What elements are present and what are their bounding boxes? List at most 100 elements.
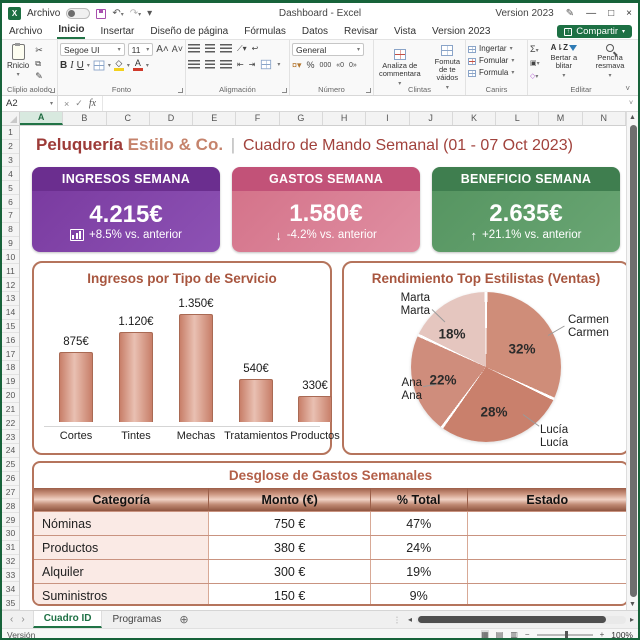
select-all-corner[interactable] (2, 112, 20, 125)
row-header-25[interactable]: 25 (2, 458, 19, 472)
align-center-icon[interactable] (205, 60, 215, 69)
zoom-slider[interactable] (536, 630, 593, 638)
row-header-34[interactable]: 34 (2, 582, 19, 597)
horizontal-scrollbar[interactable] (415, 615, 626, 624)
row-header-14[interactable]: 14 (2, 306, 19, 320)
redo-icon[interactable]: ↷▾ (130, 8, 141, 19)
row-header-13[interactable]: 13 (2, 292, 19, 306)
decrease-indent-icon[interactable]: ⇤ (237, 59, 244, 70)
column-header-H[interactable]: H (323, 112, 367, 125)
menu-item-version-2023[interactable]: Version 2023 (431, 26, 491, 39)
row-header-24[interactable]: 24 (2, 444, 19, 458)
autosum-icon[interactable]: Σ▾ (530, 44, 540, 57)
percent-cell[interactable]: 47% (371, 512, 468, 535)
zoom-slider-thumb[interactable] (564, 630, 568, 638)
align-middle-icon[interactable] (205, 44, 215, 53)
quick-access-customize-icon[interactable]: ▾ (147, 8, 152, 19)
archivo-quick-label[interactable]: Archivo (27, 8, 60, 19)
amount-cell[interactable]: 150 € (209, 584, 371, 604)
close-button[interactable]: × (626, 8, 632, 19)
maximize-button[interactable]: □ (608, 8, 614, 19)
kpi-card[interactable]: INGRESOS SEMANA 4.215€ +8.5% vs. anterio… (32, 167, 220, 252)
vertical-scrollbar[interactable]: ▲ ▼ (626, 112, 638, 610)
column-header-L[interactable]: L (496, 112, 540, 125)
insert-function-icon[interactable]: fx (89, 98, 96, 109)
row-header-5[interactable]: 5 (2, 181, 19, 196)
find-select-button[interactable]: Pencha resmava ▾ (588, 44, 632, 80)
sort-filter-button[interactable]: A⇂Z Bertar a blitar ▾ (546, 44, 582, 80)
menu-item-diseño-de-página[interactable]: Diseño de página (149, 26, 229, 39)
merge-center-icon[interactable] (261, 59, 272, 70)
header-cell[interactable]: % Total (371, 488, 468, 511)
row-header-27[interactable]: 27 (2, 486, 19, 500)
clipboard-dialog-launcher[interactable] (50, 88, 55, 93)
collapse-ribbon-icon[interactable]: ˅ (625, 84, 630, 93)
category-cell[interactable]: Alquiler (34, 560, 210, 583)
amount-cell[interactable]: 380 € (209, 536, 371, 559)
alignment-dialog-launcher[interactable] (282, 88, 287, 93)
menu-item-vista[interactable]: Vista (393, 26, 417, 39)
column-header-A[interactable]: A (20, 112, 64, 125)
row-header-18[interactable]: 18 (2, 361, 19, 375)
column-header-F[interactable]: F (236, 112, 280, 125)
row-header-30[interactable]: 30 (2, 527, 19, 541)
row-header-26[interactable]: 26 (2, 472, 19, 486)
column-header-C[interactable]: C (107, 112, 150, 125)
insert-cells-button[interactable]: Ingertar ▾ (468, 43, 525, 55)
row-header-31[interactable]: 31 (2, 541, 19, 555)
align-top-icon[interactable] (188, 44, 200, 53)
fill-icon[interactable]: ▣▾ (530, 58, 540, 70)
increase-indent-icon[interactable]: ⇥ (249, 59, 256, 70)
format-cells-button[interactable]: Formula ▾ (468, 67, 525, 79)
row-header-3[interactable]: 3 (2, 154, 19, 168)
column-header-N[interactable]: N (583, 112, 626, 125)
cut-icon[interactable]: ✂ (35, 45, 43, 56)
cancel-entry-icon[interactable]: × (64, 99, 69, 109)
row-header-1[interactable]: 1 (2, 126, 19, 140)
menu-item-insertar[interactable]: Insertar (99, 26, 135, 39)
bold-button[interactable]: B (60, 60, 67, 71)
row-header-20[interactable]: 20 (2, 389, 19, 403)
column-header-I[interactable]: I (366, 112, 410, 125)
wrap-text-icon[interactable]: ↩ (252, 43, 259, 54)
hscroll-left-icon[interactable]: ◂ (408, 615, 412, 624)
amount-cell[interactable]: 750 € (209, 512, 371, 535)
align-right-icon[interactable] (220, 60, 232, 69)
vscroll-down-icon[interactable]: ▼ (627, 601, 638, 608)
sheet-tab-cuadro-id[interactable]: Cuadro ID (32, 611, 103, 628)
row-header-33[interactable]: 33 (2, 569, 19, 583)
align-left-icon[interactable] (188, 60, 200, 69)
formula-input[interactable] (103, 96, 624, 111)
row-header-11[interactable]: 11 (2, 264, 19, 279)
comma-style-icon[interactable]: 000 (320, 60, 332, 71)
header-cell[interactable]: Categoría (34, 488, 210, 511)
fill-color-icon[interactable]: ◇ (113, 59, 124, 71)
status-cell[interactable] (468, 536, 627, 559)
copy-icon[interactable]: ⧉ (35, 58, 43, 69)
row-header-23[interactable]: 23 (2, 430, 19, 445)
accounting-format-icon[interactable]: ¤▾ (292, 60, 302, 71)
zoom-out-icon[interactable]: − (525, 630, 530, 639)
grow-font-icon[interactable]: A˄ (156, 44, 169, 55)
row-header-29[interactable]: 29 (2, 513, 19, 528)
add-sheet-icon[interactable]: ⊕ (171, 611, 196, 628)
clear-icon[interactable]: ◇▾ (530, 71, 540, 83)
borders-icon[interactable] (93, 60, 105, 70)
conditional-formatting-button[interactable]: Analiza de commentara ▾ (376, 49, 424, 88)
number-dialog-launcher[interactable] (366, 88, 371, 93)
undo-icon[interactable]: ↶▾ (112, 8, 123, 19)
share-button[interactable]: ↑ Compartir ▾ (557, 25, 632, 38)
scrollbar-grip-icon[interactable]: … (394, 615, 404, 624)
row-header-32[interactable]: 32 (2, 555, 19, 569)
row-header-4[interactable]: 4 (2, 167, 19, 182)
percent-style-icon[interactable]: % (307, 60, 315, 71)
zoom-in-icon[interactable]: + (600, 630, 605, 639)
font-size-select[interactable]: 11 ▾ (127, 43, 154, 56)
page-break-view-icon[interactable]: ▥ (510, 630, 518, 639)
expand-formula-bar-icon[interactable]: ˅ (624, 96, 638, 111)
category-cell[interactable]: Productos (34, 536, 210, 559)
column-header-J[interactable]: J (410, 112, 453, 125)
delete-cells-button[interactable]: Fomular ▾ (468, 55, 525, 67)
increase-decimal-icon[interactable]: «0 (336, 60, 344, 71)
column-header-B[interactable]: B (63, 112, 107, 125)
